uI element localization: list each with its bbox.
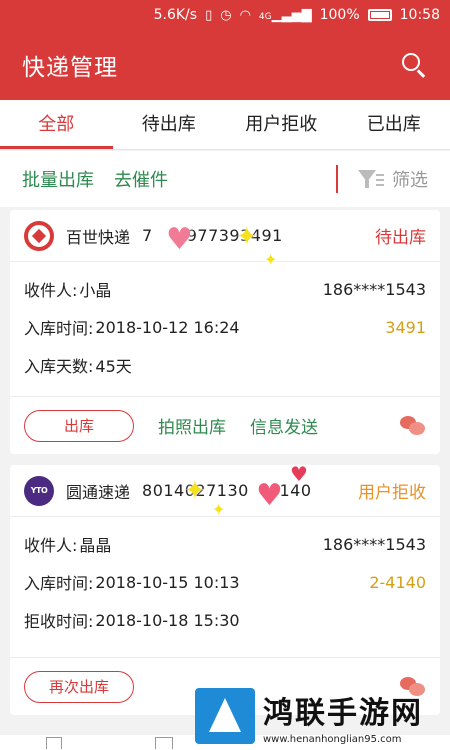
watermark-url: www.henanhonglian95.com [263, 733, 402, 745]
watermark-title: 鸿联手游网 [263, 695, 423, 731]
status-bar: 5.6K/s ▯ ◷ ◠ 4G▁▃▅▇ 100% 10:58 [0, 0, 450, 30]
best-express-logo [24, 220, 54, 251]
tab-shipped[interactable]: 已出库 [338, 100, 450, 149]
checkin-time-row: 入库时间: 2018-10-15 10:13 2-4140 [24, 563, 426, 601]
vibrate-icon: ▯ [205, 7, 213, 23]
photo-checkout-button[interactable]: 拍照出库 [158, 413, 226, 438]
action-bar: 批量出库 去催件 筛选 [0, 151, 450, 207]
filter-button[interactable]: 筛选 [358, 166, 428, 192]
battery-percent: 100% [319, 7, 360, 23]
yto-express-logo: YTO [24, 475, 54, 506]
recipient-phone: 186****1543 [322, 534, 426, 554]
days-value: 45天 [95, 357, 132, 376]
tracking-number: 8014027130 4140 [142, 481, 358, 500]
site-watermark: 鸿联手游网 www.henanhonglian95.com [195, 682, 450, 750]
rejection-time-row: 拒收时间: 2018-10-18 15:30 [24, 601, 426, 639]
home-icon[interactable] [46, 737, 62, 749]
days-label: 入库天数: [24, 357, 94, 376]
tracking-number: 7 977393491 [142, 226, 375, 245]
parcel-card[interactable]: 百世快递 7 977393491 待出库 收件人: 小晶 186****1543 … [10, 210, 440, 454]
alarm-icon: ◷ [220, 7, 232, 23]
checkin-time: 2018-10-15 10:13 [95, 572, 240, 592]
tracking-number-tail: 4140 [268, 481, 312, 500]
recipient-label: 收件人: [24, 536, 78, 555]
wifi-icon: ◠ [239, 7, 251, 23]
checkin-time: 2018-10-12 16:24 [95, 317, 240, 337]
tracking-number-tail: 977393491 [186, 226, 283, 245]
card-header: 百世快递 7 977393491 待出库 [10, 210, 440, 262]
checkin-time-label: 入库时间: [24, 574, 94, 593]
signal-label: 4G [258, 11, 272, 22]
courier-name: 圆通速递 [66, 482, 131, 502]
watermark-logo-icon [195, 688, 255, 744]
battery-icon [367, 9, 392, 21]
tracking-number-head: 7 [142, 226, 153, 245]
tab-all[interactable]: 全部 [0, 100, 113, 149]
search-icon[interactable] [400, 51, 428, 79]
divider [336, 165, 338, 193]
status-badge: 用户拒收 [358, 483, 426, 503]
checkin-time-label: 入库时间: [24, 319, 94, 338]
checkout-button[interactable]: 出库 [24, 409, 134, 442]
recipient-row: 收件人: 小晶 186****1543 [24, 270, 426, 308]
recipient-phone: 186****1543 [322, 279, 426, 299]
app-bar: 快递管理 [0, 30, 450, 100]
tracking-number-head: 8014027130 [142, 481, 249, 500]
pickup-code: 3491 [385, 317, 426, 337]
checkin-time-row: 入库时间: 2018-10-12 16:24 3491 [24, 308, 426, 346]
rejection-time-label: 拒收时间: [24, 612, 94, 631]
parcel-card[interactable]: YTO 圆通速递 8014027130 4140 用户拒收 收件人: 晶晶 186… [10, 465, 440, 715]
tab-pending-out[interactable]: 待出库 [113, 100, 226, 149]
recheckout-button[interactable]: 再次出库 [24, 670, 134, 703]
courier-name: 百世快递 [66, 227, 131, 247]
send-message-button[interactable]: 信息发送 [250, 413, 318, 438]
rejection-time: 2018-10-18 15:30 [95, 610, 240, 630]
clock: 10:58 [399, 7, 440, 23]
days-row: 入库天数: 45天 [24, 346, 426, 384]
network-speed: 5.6K/s [153, 7, 198, 23]
recipient-label: 收件人: [24, 281, 78, 300]
batch-out-button[interactable]: 批量出库 [22, 166, 94, 192]
list-icon[interactable] [155, 737, 173, 749]
filter-label: 筛选 [392, 170, 428, 191]
pickup-code: 2-4140 [369, 572, 426, 592]
signal-icon: 4G▁▃▅▇ [258, 7, 312, 23]
recipient-name: 晶晶 [79, 536, 112, 555]
status-badge: 待出库 [375, 228, 426, 248]
page-title: 快递管理 [22, 55, 118, 81]
card-header: YTO 圆通速递 8014027130 4140 用户拒收 [10, 465, 440, 517]
tab-rejected[interactable]: 用户拒收 [225, 100, 338, 149]
recipient-row: 收件人: 晶晶 186****1543 [24, 525, 426, 563]
remind-button[interactable]: 去催件 [114, 166, 168, 192]
wechat-icon[interactable] [400, 415, 426, 436]
tab-bar: 全部 待出库 用户拒收 已出库 [0, 100, 450, 150]
filter-icon [358, 168, 384, 190]
card-footer: 出库 拍照出库 信息发送 [10, 396, 440, 454]
recipient-name: 小晶 [79, 281, 112, 300]
